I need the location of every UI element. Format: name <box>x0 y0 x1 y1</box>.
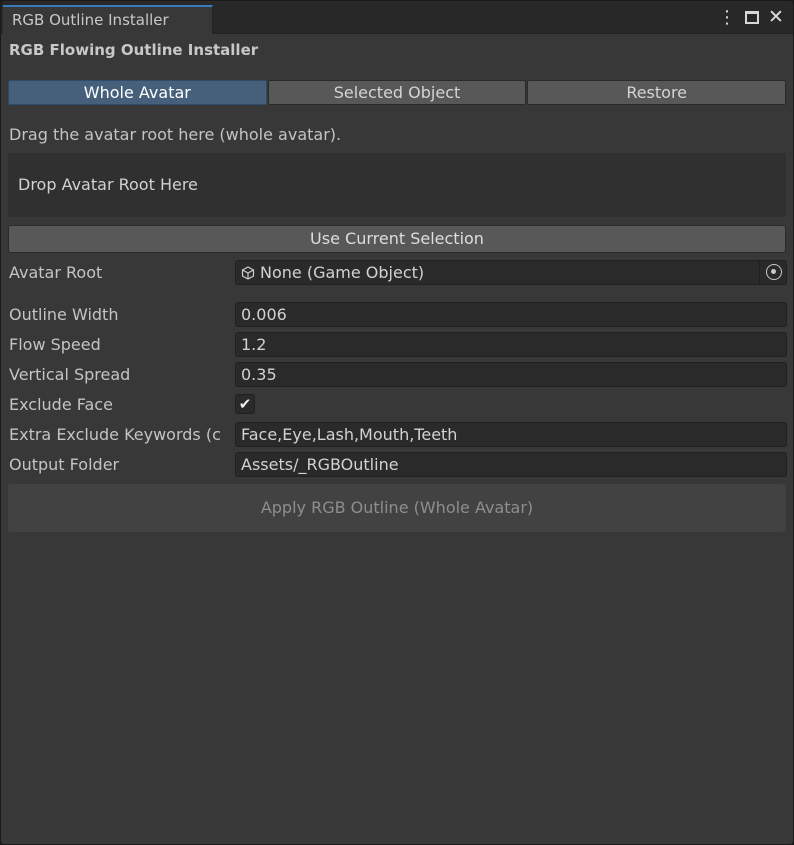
mode-toolbar: Whole Avatar Selected Object Restore <box>8 80 787 105</box>
checkmark-icon: ✔ <box>238 395 252 413</box>
use-current-selection-button[interactable]: Use Current Selection <box>8 225 786 253</box>
output-folder-row: Output Folder Assets/_RGBOutline <box>1 452 793 478</box>
vertical-spread-row: Vertical Spread 0.35 <box>1 362 793 388</box>
flow-speed-field[interactable]: 1.2 <box>235 332 787 357</box>
extra-exclude-field[interactable]: Face,Eye,Lash,Mouth,Teeth <box>235 422 787 447</box>
tab-selected-object[interactable]: Selected Object <box>267 80 527 105</box>
title-bar: RGB Outline Installer ⋮ ✕ <box>1 1 793 34</box>
page-title: RGB Flowing Outline Installer <box>9 41 259 59</box>
object-picker-icon[interactable] <box>766 264 782 280</box>
avatar-root-label: Avatar Root <box>9 263 103 282</box>
tab-whole-avatar[interactable]: Whole Avatar <box>8 80 267 105</box>
output-folder-field[interactable]: Assets/_RGBOutline <box>235 452 787 477</box>
avatar-drop-zone[interactable]: Drop Avatar Root Here <box>8 153 786 217</box>
vertical-spread-label: Vertical Spread <box>9 365 131 384</box>
exclude-face-row: Exclude Face ✔ <box>1 392 793 418</box>
window-tab[interactable]: RGB Outline Installer <box>3 5 213 34</box>
tab-restore[interactable]: Restore <box>527 80 787 105</box>
avatar-root-value: None (Game Object) <box>260 263 425 282</box>
flow-speed-label: Flow Speed <box>9 335 101 354</box>
avatar-root-row: Avatar Root None (Game Object) <box>1 260 793 286</box>
extra-exclude-label: Extra Exclude Keywords (c <box>9 425 221 444</box>
flow-speed-row: Flow Speed 1.2 <box>1 332 793 358</box>
exclude-face-checkbox[interactable]: ✔ <box>235 394 255 414</box>
vertical-spread-field[interactable]: 0.35 <box>235 362 787 387</box>
close-icon[interactable]: ✕ <box>766 6 786 28</box>
outline-width-label: Outline Width <box>9 305 119 324</box>
outline-width-row: Outline Width 0.006 <box>1 302 793 328</box>
maximize-icon[interactable] <box>742 7 762 27</box>
extra-exclude-row: Extra Exclude Keywords (c Face,Eye,Lash,… <box>1 422 793 448</box>
drag-hint: Drag the avatar root here (whole avatar)… <box>9 125 342 144</box>
exclude-face-label: Exclude Face <box>9 395 113 414</box>
apply-outline-button[interactable]: Apply RGB Outline (Whole Avatar) <box>8 484 786 532</box>
avatar-root-field[interactable]: None (Game Object) <box>235 260 787 285</box>
picker-divider <box>759 261 760 284</box>
kebab-menu-icon[interactable]: ⋮ <box>717 7 737 28</box>
installer-window: RGB Outline Installer ⋮ ✕ RGB Flowing Ou… <box>0 0 794 845</box>
output-folder-label: Output Folder <box>9 455 120 474</box>
cube-icon <box>241 266 255 280</box>
outline-width-field[interactable]: 0.006 <box>235 302 787 327</box>
